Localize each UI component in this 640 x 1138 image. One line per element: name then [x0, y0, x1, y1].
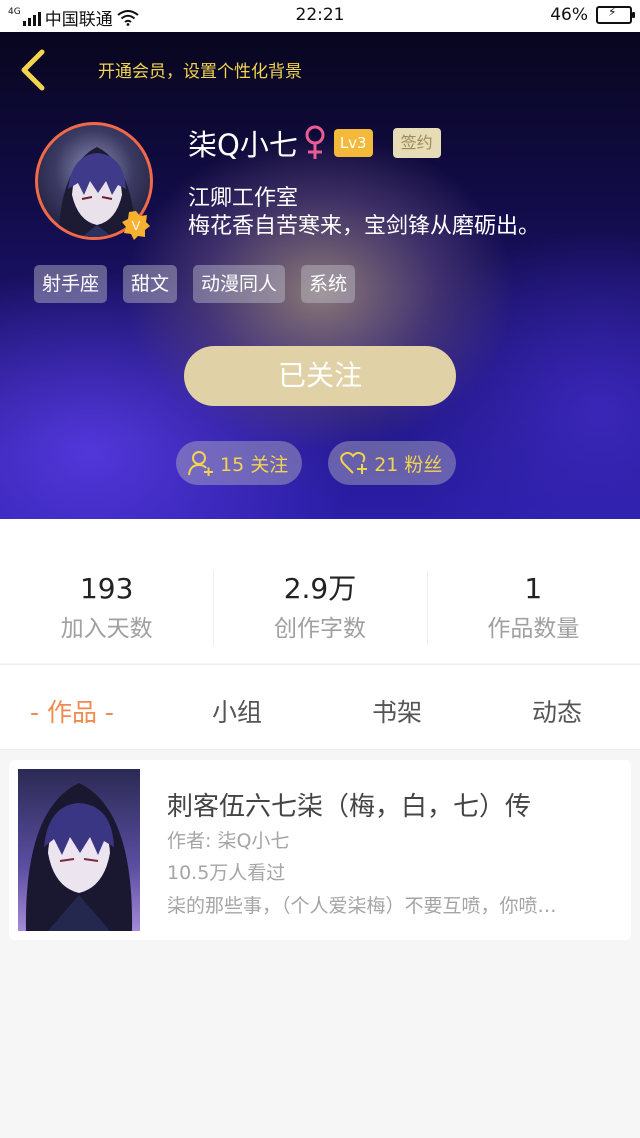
stat-value: 2.9万: [283, 572, 357, 605]
status-right: 46% ⚡: [550, 5, 635, 25]
chevron-left-icon: [21, 49, 45, 91]
stat-value: 1: [524, 572, 543, 605]
stat-word-count: 2.9万 创作字数: [213, 571, 426, 663]
svg-text:V: V: [132, 218, 141, 233]
back-button[interactable]: [18, 48, 54, 92]
tag-sweet[interactable]: 甜文: [123, 265, 178, 303]
social-row: 15 关注 21 粉丝: [176, 441, 457, 485]
battery-percent: 46%: [550, 5, 588, 25]
tag-system[interactable]: 系统: [301, 265, 356, 303]
vip-background-link[interactable]: 开通会员，设置个性化背景: [98, 57, 302, 82]
signed-badge: 签约: [392, 128, 441, 158]
tab-works[interactable]: - 作品 -: [30, 693, 114, 729]
stat-label: 作品数量: [487, 616, 580, 642]
fans-count: 21 粉丝: [374, 453, 443, 476]
work-card[interactable]: 刺客伍六七柒（梅，白，七）传 作者: 柒Q小七 10.5万人看过 柒的那些事，（…: [9, 760, 631, 940]
stat-label: 创作字数: [273, 616, 366, 642]
tab-activity[interactable]: 动态: [532, 693, 582, 729]
stat-days-joined: 193 加入天数: [0, 571, 213, 663]
status-bar: 4G 中国联通 22:21 46% ⚡: [0, 0, 640, 32]
username-row: 柒Q小七 Lv3 签约: [188, 122, 441, 164]
stat-label: 加入天数: [60, 616, 153, 642]
work-description: 柒的那些事，（个人爱柒梅）不要互喷，你喷…: [167, 895, 557, 917]
cover-illustration: [25, 783, 133, 931]
stat-works-count: 1 作品数量: [426, 571, 640, 663]
profile-tabs: - 作品 - 小组 书架 动态: [0, 664, 640, 750]
female-gender-icon: [305, 125, 325, 159]
following-button[interactable]: 15 关注: [176, 441, 303, 485]
heart-plus-icon: [340, 451, 368, 474]
tab-bookshelf[interactable]: 书架: [372, 693, 422, 729]
add-user-icon: [188, 451, 213, 476]
fans-button[interactable]: 21 粉丝: [328, 441, 457, 485]
work-author: 作者: 柒Q小七: [167, 830, 290, 852]
stat-value: 193: [79, 572, 134, 605]
profile-motto: 梅花香自苦寒来，宝剑锋从磨砺出。: [188, 214, 541, 239]
tag-anime-fanfic[interactable]: 动漫同人: [193, 265, 286, 303]
profile-header: 开通会员，设置个性化背景 V 柒Q小七 Lv3 签约 江卿工作室 梅花香自苦寒来…: [0, 32, 640, 519]
status-time: 22:21: [295, 5, 345, 25]
level-badge: Lv3: [333, 129, 373, 157]
following-count: 15 关注: [220, 453, 289, 476]
tag-zodiac[interactable]: 射手座: [34, 265, 108, 303]
username: 柒Q小七: [188, 128, 298, 162]
work-cover-image[interactable]: [18, 769, 140, 931]
avatar-container[interactable]: V: [35, 122, 155, 242]
tab-groups[interactable]: 小组: [212, 693, 262, 729]
followed-button[interactable]: 已关注: [184, 346, 456, 406]
verified-v-badge-icon: V: [122, 211, 150, 240]
stats-panel: 193 加入天数 2.9万 创作字数 1 作品数量: [0, 519, 640, 663]
work-title[interactable]: 刺客伍六七柒（梅，白，七）传: [167, 786, 531, 823]
battery-icon: ⚡: [596, 5, 635, 24]
profile-tags: 射手座 甜文 动漫同人 系统: [34, 265, 356, 303]
work-views: 10.5万人看过: [167, 862, 286, 884]
charging-bolt-icon: ⚡: [608, 5, 617, 19]
